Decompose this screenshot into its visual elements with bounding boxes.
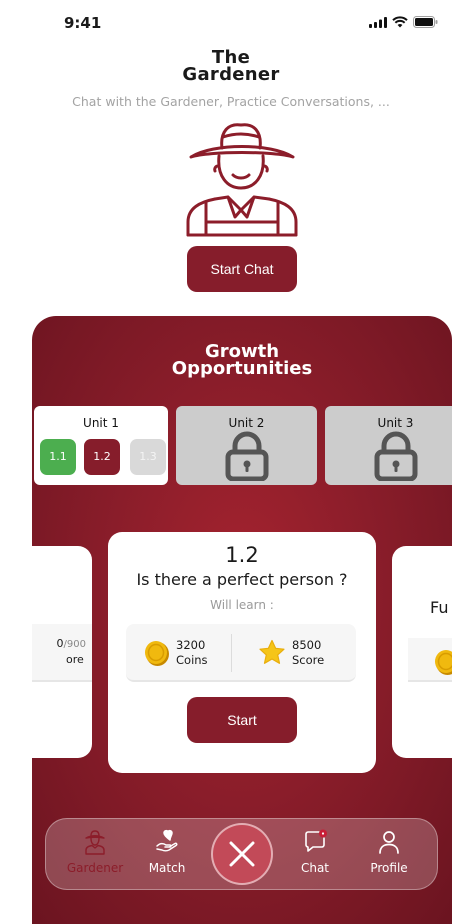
nav-label: Profile (370, 861, 408, 875)
score-stat: 8500 Score (232, 624, 356, 682)
score-label: ore (66, 653, 84, 666)
stats-box: 0/900 ore (32, 624, 92, 682)
nav-label: Match (148, 861, 186, 875)
lesson-card-current[interactable]: 1.2 Is there a perfect person ? Will lea… (108, 532, 376, 773)
coins-text: 3200 Coins (176, 638, 208, 668)
unit-label: Unit 2 (228, 416, 265, 430)
nav-label: Gardener (66, 861, 124, 875)
unit-label: Unit 1 (83, 416, 119, 430)
lesson-title-fragment: Fu (430, 598, 449, 617)
status-icons (369, 16, 438, 28)
start-chat-button[interactable]: Start Chat (187, 246, 297, 292)
lesson-card-previous[interactable]: 0/900 ore (32, 546, 92, 758)
close-icon (229, 841, 255, 867)
unit-card-3[interactable]: Unit 3 (325, 406, 452, 485)
will-learn-label: Will learn : (210, 598, 274, 612)
star-icon (259, 639, 285, 664)
app-title: The Gardener (0, 49, 462, 85)
score-value: 8500 (292, 638, 322, 652)
growth-title: Growth Opportunities (32, 343, 452, 379)
nav-item-profile[interactable]: Profile (354, 819, 424, 891)
unit-label: Unit 3 (377, 416, 414, 430)
coin-icon (145, 641, 169, 666)
score-label: Score (292, 653, 325, 667)
lesson-card-next[interactable]: Fu (392, 546, 452, 758)
growth-panel: Growth Opportunities Unit 1 1.1 1.2 1.3 … (32, 316, 452, 924)
heart-hand-icon (156, 829, 178, 852)
score-text: 8500 Score (292, 638, 324, 668)
stats-box (408, 638, 452, 682)
status-bar: 9:41 (0, 0, 462, 46)
lesson-chip-1-3[interactable]: 1.3 (130, 439, 166, 475)
app-title-line2: Gardener (182, 64, 280, 85)
score-total: /900 (63, 639, 86, 650)
bottom-nav: Gardener Match Chat Profile (45, 818, 438, 890)
nav-item-gardener[interactable]: Gardener (60, 819, 130, 891)
chat-bubble-icon (305, 829, 327, 852)
growth-title-line2: Opportunities (171, 358, 313, 379)
coins-value: 3200 (176, 638, 206, 652)
coins-stat: 3200 Coins (126, 624, 231, 682)
signal-icon (369, 16, 387, 28)
gardener-illustration (186, 123, 298, 237)
lesson-title: Is there a perfect person ? (136, 570, 348, 589)
gardener-icon (85, 830, 105, 855)
unit-card-2[interactable]: Unit 2 (176, 406, 317, 485)
score-stat: 0/900 ore (32, 636, 86, 667)
wifi-icon (392, 16, 408, 28)
score-value: 0 (56, 637, 64, 650)
lock-icon (374, 431, 417, 481)
unit-card-1[interactable]: Unit 1 1.1 1.2 1.3 (34, 406, 168, 485)
nav-item-match[interactable]: Match (132, 819, 202, 891)
app-subtitle: Chat with the Gardener, Practice Convers… (72, 94, 390, 109)
start-lesson-button[interactable]: Start (187, 697, 297, 743)
nav-label: Chat (300, 861, 330, 875)
lesson-number: 1.2 (225, 543, 259, 567)
status-time: 9:41 (64, 14, 102, 32)
battery-icon (413, 16, 438, 28)
stats-box: 3200 Coins 8500 Score (126, 624, 356, 682)
nav-item-chat[interactable]: Chat (280, 819, 350, 891)
coins-label: Coins (176, 653, 208, 667)
lesson-chip-1-2[interactable]: 1.2 (84, 439, 120, 475)
lock-icon (225, 431, 268, 481)
person-icon (379, 831, 399, 854)
close-fab[interactable] (211, 823, 273, 885)
lesson-chip-1-1[interactable]: 1.1 (40, 439, 76, 475)
coin-icon (435, 650, 452, 675)
